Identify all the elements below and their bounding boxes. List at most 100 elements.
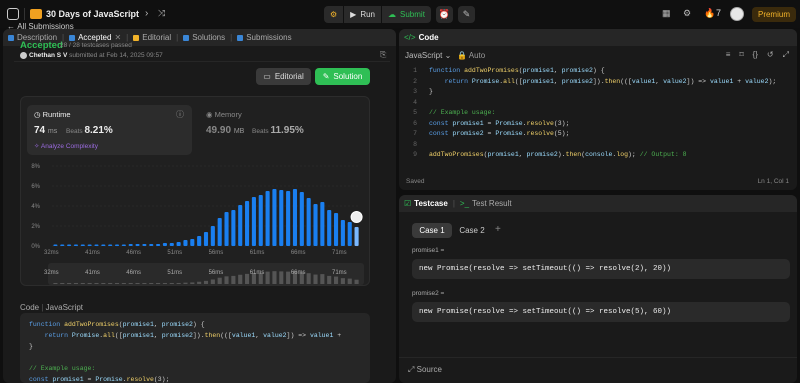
case-2-tab[interactable]: Case 2	[452, 223, 492, 238]
navigator-bar	[245, 273, 250, 284]
navigator-bar	[169, 283, 174, 284]
runtime-distribution-chart[interactable]: 8% 6% 4% 2% 0% 32ms 41ms 46ms 51ms 56ms 61ms 66ms 71…	[20, 158, 370, 288]
runtime-value: 74 ms	[34, 125, 57, 136]
navigator-bar	[279, 271, 284, 284]
case-1-tab[interactable]: Case 1	[412, 223, 452, 238]
x-tick-label: 51ms	[167, 250, 182, 256]
tab-test-result[interactable]: >_ Test Result	[460, 199, 512, 208]
language-select[interactable]: JavaScript ⌄	[405, 51, 451, 60]
tab-editorial[interactable]: Editorial	[133, 33, 171, 42]
tab-testcase[interactable]: ☑ Testcase	[404, 199, 448, 208]
line-number: 6	[413, 119, 417, 127]
navigator-bar	[128, 283, 133, 284]
settings-gear-icon[interactable]: ⚙	[683, 8, 691, 19]
all-submissions-link[interactable]: ← All Submissions	[7, 22, 74, 31]
memory-value: 49.90 MB	[206, 125, 244, 136]
chart-bar	[340, 220, 345, 246]
language-value: JavaScript	[405, 51, 443, 60]
editorial-icon	[133, 34, 140, 41]
author-name[interactable]: Chethan S V	[29, 52, 67, 59]
chart-bar	[128, 244, 133, 246]
avatar[interactable]	[730, 7, 744, 21]
code-editor[interactable]: 1 function addTwoPromises(promise1, promi…	[399, 61, 797, 171]
beats-label: Beats	[66, 128, 83, 135]
navigator-bar	[183, 282, 188, 284]
code-line[interactable]: return Promise.all([promise1, promise2])…	[429, 78, 777, 85]
add-case-icon[interactable]: +	[495, 224, 501, 235]
streak-fire-icon[interactable]: 🔥	[704, 8, 715, 19]
code-line[interactable]: function addTwoPromises(promise1, promis…	[429, 67, 605, 74]
chart-bar	[94, 244, 99, 246]
auto-toggle[interactable]: 🔒 Auto	[457, 51, 485, 60]
x-tick-label: 56ms	[209, 250, 224, 256]
debug-button[interactable]: ⚙	[324, 6, 344, 23]
code-line[interactable]: const promise2 = Promise.resolve(5);	[429, 130, 569, 137]
input-field-promise2[interactable]: new Promise(resolve => setTimeout(() => …	[412, 302, 790, 322]
solution-button[interactable]: ✎ Solution	[315, 68, 370, 85]
cloud-upload-icon: ☁	[388, 10, 397, 19]
timer-icon[interactable]: ⏰	[436, 6, 453, 23]
notes-icon[interactable]: ✎	[458, 6, 475, 23]
prev-problem-icon[interactable]: ‹	[128, 8, 131, 19]
code-line[interactable]: addTwoPromises(promise1, promise2).then(…	[429, 151, 687, 158]
streak-count[interactable]: 7	[716, 8, 721, 18]
tab-code[interactable]: </> Code	[404, 33, 439, 42]
run-button[interactable]: ▶ Run	[344, 6, 382, 23]
share-link-icon[interactable]: ⎘	[380, 50, 386, 60]
chart-bar	[121, 244, 126, 246]
navigator-tick-label: 71ms	[332, 270, 347, 276]
format-icon[interactable]: ≡	[726, 50, 731, 60]
info-icon[interactable]: ⓘ	[176, 109, 184, 120]
source-label: Source	[416, 365, 442, 374]
code-line[interactable]: const promise1 = Promise.resolve(3);	[429, 120, 569, 127]
close-tab-icon[interactable]: ✕	[114, 33, 121, 42]
navigator-bar	[286, 271, 291, 284]
source-link[interactable]: ⤢ Source	[408, 365, 442, 375]
code-line[interactable]: // Example usage:	[429, 109, 495, 116]
memory-label[interactable]: ◉ Memory	[206, 110, 242, 119]
back-arrow-icon: ←	[7, 22, 18, 31]
chart-bar	[292, 189, 298, 246]
submitted-code-block[interactable]: function addTwoPromises(promise1, promis…	[20, 313, 370, 383]
navigator-bar	[114, 283, 120, 284]
navigator-bar	[203, 280, 209, 284]
code-line: // Example usage:	[29, 365, 96, 372]
input-field-promise1[interactable]: new Promise(resolve => setTimeout(() => …	[412, 259, 790, 279]
my-submission-marker	[350, 211, 363, 223]
tab-solutions[interactable]: Solutions	[183, 33, 225, 42]
fullscreen-icon[interactable]: ⤢	[783, 50, 789, 60]
code-line[interactable]: }	[429, 88, 433, 95]
tab-test-result-label: Test Result	[472, 199, 512, 208]
clock-icon: ◷	[34, 110, 43, 119]
submit-button[interactable]: ☁ Submit	[382, 6, 431, 23]
navigator-bar	[67, 283, 72, 284]
memory-label-text: Memory	[214, 110, 242, 119]
braces-icon[interactable]: {}	[753, 50, 758, 60]
problem-list-icon[interactable]	[30, 9, 42, 19]
input-label: promise2 =	[412, 290, 445, 297]
tab-label: Editorial	[142, 33, 172, 42]
tab-submissions[interactable]: Submissions	[237, 33, 292, 42]
layout-grid-icon[interactable]: ▦	[662, 8, 671, 19]
submitted-at: submitted at Feb 14, 2025 09:57	[69, 52, 163, 60]
code-line: }	[29, 343, 33, 350]
problem-list-title[interactable]: 30 Days of JavaScript	[46, 9, 139, 19]
analyze-complexity-link[interactable]: ✧ Analyze Complexity	[34, 142, 98, 150]
tab-accepted[interactable]: Accepted ✕	[69, 33, 121, 42]
navigator-bar	[347, 278, 352, 284]
next-problem-icon[interactable]: ›	[145, 8, 148, 19]
shuffle-icon[interactable]: ⤨	[158, 8, 165, 19]
chart-bar	[73, 244, 79, 246]
chart-bar	[333, 213, 339, 246]
run-label: Run	[360, 10, 376, 19]
leetcode-logo-icon[interactable]	[7, 8, 19, 20]
navigator-bar	[272, 271, 277, 284]
reset-icon[interactable]: ↺	[767, 50, 774, 60]
navigator-bar	[53, 283, 58, 284]
premium-button[interactable]: Premium	[752, 7, 796, 22]
navigator-tick-label: 66ms	[291, 270, 306, 276]
editorial-button[interactable]: ▭ Editorial	[256, 68, 311, 85]
bookmark-icon[interactable]: ⌑	[739, 50, 743, 60]
editorial-label: Editorial	[274, 72, 304, 81]
submissions-icon	[237, 34, 244, 41]
